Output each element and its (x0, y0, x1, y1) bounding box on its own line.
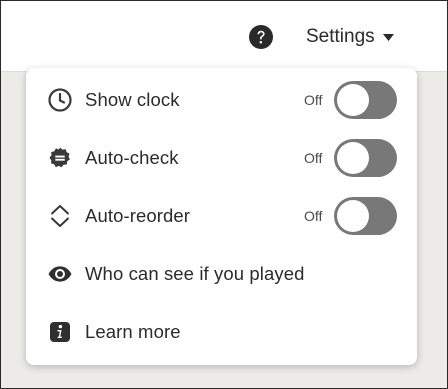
show-clock-toggle[interactable] (334, 81, 397, 119)
auto-check-toggle[interactable] (334, 139, 397, 177)
toggle-knob (337, 84, 369, 116)
menu-item-label: Show clock (85, 89, 180, 110)
menu-item-label: Learn more (85, 321, 181, 342)
settings-menu: Show clock Off Auto-check Off Auto-reord… (26, 68, 417, 365)
menu-item-learn-more[interactable]: Learn more (26, 303, 417, 361)
menu-item-label: Who can see if you played (85, 263, 305, 284)
info-icon (47, 319, 73, 345)
menu-item-auto-reorder[interactable]: Auto-reorder Off (26, 187, 417, 245)
caret-down-icon (382, 33, 394, 41)
menu-item-who-can-see[interactable]: Who can see if you played (26, 245, 417, 303)
menu-item-show-clock[interactable]: Show clock Off (26, 71, 417, 129)
auto-reorder-toggle[interactable] (334, 197, 397, 235)
eye-icon (47, 261, 73, 287)
toggle-knob (337, 142, 369, 174)
clock-icon (47, 87, 73, 113)
question-circle-icon[interactable] (249, 25, 273, 49)
settings-button[interactable]: Settings (306, 23, 394, 51)
app-frame: Settings Show clock Off Auto-check Off A… (0, 0, 448, 389)
menu-item-auto-check[interactable]: Auto-check Off (26, 129, 417, 187)
toggle-state-text: Off (304, 92, 323, 108)
toggle-knob (337, 200, 369, 232)
menu-item-label: Auto-check (85, 147, 179, 168)
toggle-state-text: Off (304, 208, 323, 224)
settings-label: Settings (306, 26, 375, 47)
reorder-chevrons-icon (47, 203, 73, 229)
badge-check-icon (47, 145, 73, 171)
top-bar: Settings (1, 1, 447, 72)
toggle-state-text: Off (304, 150, 323, 166)
menu-item-label: Auto-reorder (85, 205, 191, 226)
